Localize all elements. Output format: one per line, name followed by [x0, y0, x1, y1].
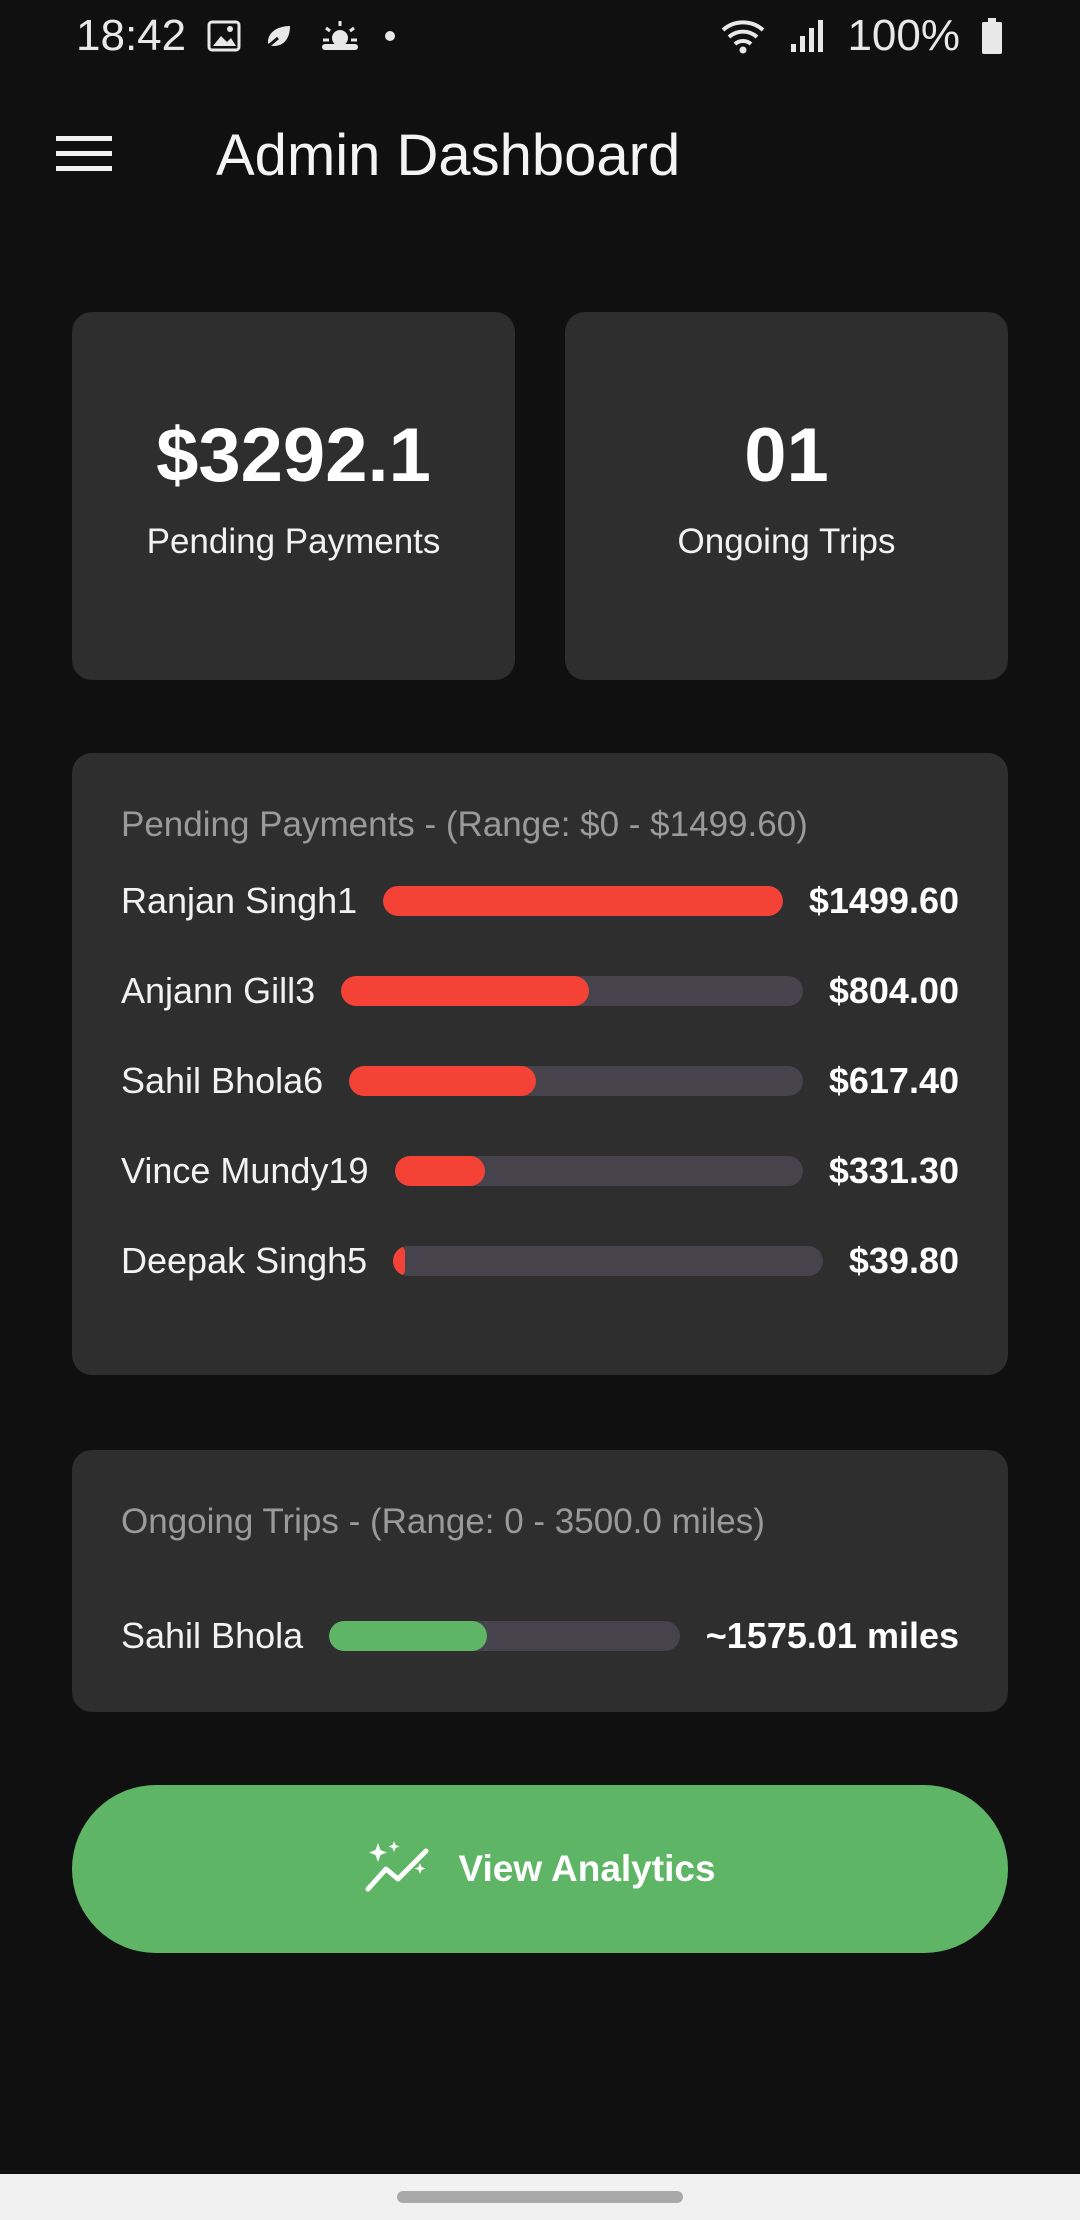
- payment-row-name: Anjann Gill3: [121, 970, 316, 1011]
- pending-payments-panel-title: Pending Payments - (Range: $0 - $1499.60…: [121, 805, 808, 844]
- payment-row-amount: $617.40: [828, 1060, 959, 1101]
- battery-icon: [980, 16, 1004, 56]
- payment-row-amount: $1499.60: [808, 880, 959, 921]
- ongoing-trips-panel-title: Ongoing Trips - (Range: 0 - 3500.0 miles…: [121, 1502, 765, 1541]
- ongoing-trips-card[interactable]: 01 Ongoing Trips: [565, 312, 1008, 680]
- payment-row[interactable]: Anjann Gill3 $804.00: [121, 961, 959, 1021]
- weather-sun-icon: [320, 18, 360, 54]
- payment-row-name: Deepak Singh5: [121, 1240, 368, 1281]
- pending-payments-panel: Pending Payments - (Range: $0 - $1499.60…: [72, 753, 1008, 1375]
- cloud-leaf-icon: [262, 18, 300, 54]
- trip-progress-track: [329, 1621, 680, 1651]
- status-bar-right: 100%: [719, 11, 1004, 61]
- payment-progress-fill: [383, 886, 783, 916]
- payment-progress-fill: [341, 976, 589, 1006]
- payment-row[interactable]: Vince Mundy19 $331.30: [121, 1141, 959, 1201]
- trip-row-distance: ~1575.01 miles: [705, 1615, 959, 1656]
- notification-dot-icon: [380, 18, 400, 54]
- payment-row-amount: $39.80: [848, 1240, 959, 1281]
- gallery-icon: [206, 18, 242, 54]
- app-bar: Admin Dashboard: [0, 100, 1080, 210]
- payment-progress-fill: [349, 1066, 537, 1096]
- payment-row[interactable]: Sahil Bhola6 $617.40: [121, 1051, 959, 1111]
- payment-row-name: Sahil Bhola6: [121, 1060, 324, 1101]
- payment-progress-fill: [394, 1156, 485, 1186]
- home-gesture-handle[interactable]: [397, 2191, 683, 2203]
- battery-percent: 100%: [847, 11, 960, 60]
- payment-progress-track: [393, 1246, 823, 1276]
- trip-row[interactable]: Sahil Bhola ~1575.01 miles: [121, 1606, 959, 1666]
- ongoing-trips-value: 01: [744, 413, 829, 498]
- signal-icon: [787, 16, 827, 56]
- pending-payments-label: Pending Payments: [146, 522, 441, 561]
- ongoing-trips-panel: Ongoing Trips - (Range: 0 - 3500.0 miles…: [72, 1450, 1008, 1712]
- trip-progress-fill: [329, 1621, 487, 1651]
- payment-row[interactable]: Deepak Singh5 $39.80: [121, 1231, 959, 1291]
- payment-progress-track: [383, 886, 783, 916]
- payment-row-amount: $331.30: [828, 1150, 959, 1191]
- view-analytics-label: View Analytics: [458, 1848, 716, 1889]
- status-bar-left: 18:42: [76, 11, 400, 61]
- payment-row-amount: $804.00: [828, 970, 959, 1011]
- payment-progress-track: [341, 976, 803, 1006]
- payment-row-name: Ranjan Singh1: [121, 880, 358, 921]
- page-title: Admin Dashboard: [216, 123, 681, 188]
- pending-payments-value: $3292.1: [156, 413, 431, 498]
- ongoing-trips-label: Ongoing Trips: [677, 522, 896, 561]
- payment-progress-fill: [393, 1246, 405, 1276]
- status-bar: 18:42 100%: [0, 0, 1080, 72]
- payment-progress-track: [394, 1156, 803, 1186]
- pending-payments-card[interactable]: $3292.1 Pending Payments: [72, 312, 515, 680]
- trip-row-name: Sahil Bhola: [121, 1615, 304, 1656]
- payment-row-name: Vince Mundy19: [121, 1150, 369, 1191]
- sparkle-trend-icon: [364, 1839, 432, 1900]
- payment-progress-track: [349, 1066, 803, 1096]
- wifi-icon: [719, 16, 767, 56]
- system-navigation-bar: [0, 2174, 1080, 2220]
- hamburger-menu-icon: [56, 134, 112, 179]
- payment-row[interactable]: Ranjan Singh1 $1499.60: [121, 871, 959, 931]
- status-time: 18:42: [76, 11, 187, 60]
- view-analytics-button[interactable]: View Analytics: [72, 1785, 1008, 1953]
- admin-dashboard-screen: 18:42 100% Admin Dashboard $3292.1 Pendi…: [0, 0, 1080, 2220]
- menu-button[interactable]: [48, 120, 120, 192]
